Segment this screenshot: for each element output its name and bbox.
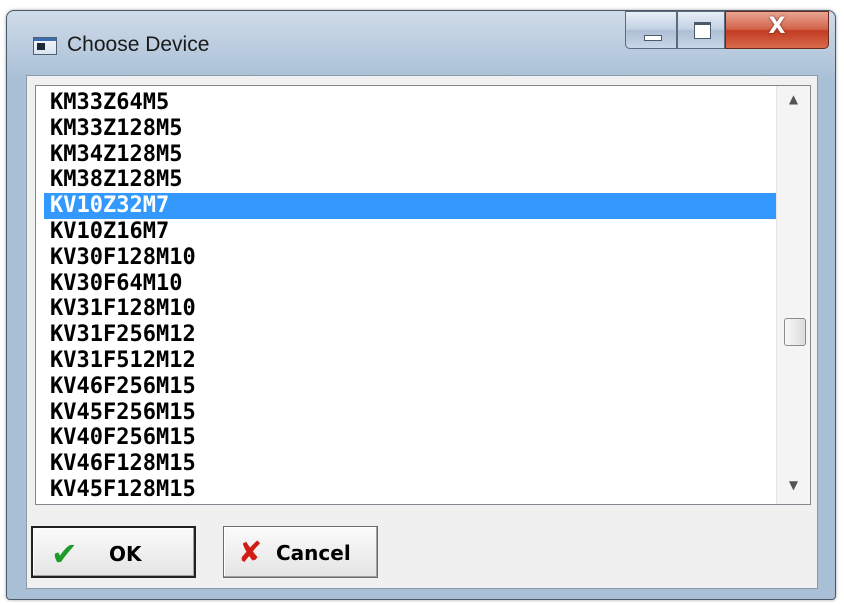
scrollbar-thumb[interactable] xyxy=(784,318,806,346)
scroll-down-arrow-icon[interactable]: ▼ xyxy=(777,478,810,500)
list-item[interactable]: KV45F256M15 xyxy=(44,400,796,426)
list-item[interactable]: KM38Z128M5 xyxy=(44,167,796,193)
list-item[interactable]: KV30F64M10 xyxy=(44,271,796,297)
x-cross-icon: ✘ xyxy=(238,535,263,569)
list-item[interactable]: KV46F128M15 xyxy=(44,451,796,477)
ok-button-label: OK xyxy=(109,542,142,566)
caption-buttons: X xyxy=(625,11,831,51)
minimize-icon xyxy=(644,35,662,41)
list-item[interactable]: KV10Z32M7 xyxy=(44,193,796,219)
minimize-button[interactable] xyxy=(625,11,677,49)
cancel-button[interactable]: ✘ Cancel xyxy=(223,526,378,578)
close-icon: X xyxy=(768,14,786,39)
list-item[interactable]: KV40F256M15 xyxy=(44,425,796,451)
ok-button[interactable]: ✔ OK xyxy=(31,526,196,578)
scroll-up-arrow-icon[interactable]: ▲ xyxy=(777,92,810,114)
maximize-icon xyxy=(694,22,711,39)
window-title: Choose Device xyxy=(67,33,210,56)
close-button[interactable]: X xyxy=(725,11,829,49)
list-item[interactable]: KV45F128M15 xyxy=(44,477,796,503)
dialog-client-area: KM33Z64M5 KM33Z128M5 KM34Z128M5 KM38Z128M5 K… xyxy=(26,75,818,589)
list-item[interactable]: KV31F128M10 xyxy=(44,296,796,322)
app-window-icon xyxy=(33,37,57,55)
list-item[interactable]: KM34Z128M5 xyxy=(44,142,796,168)
list-item[interactable]: KV31F512M12 xyxy=(44,348,796,374)
cancel-button-label: Cancel xyxy=(276,541,351,565)
list-item[interactable]: KV10Z16M7 xyxy=(44,219,796,245)
list-item[interactable]: KV30F128M10 xyxy=(44,245,796,271)
list-item[interactable]: KV46F256M15 xyxy=(44,374,796,400)
device-list: KM33Z64M5 KM33Z128M5 KM34Z128M5 KM38Z128M5 K… xyxy=(44,90,796,503)
maximize-button[interactable] xyxy=(677,11,725,49)
list-item[interactable]: KM33Z128M5 xyxy=(44,116,796,142)
list-item[interactable]: KV31F256M12 xyxy=(44,322,796,348)
choose-device-dialog: Choose Device X KM33Z64M5 KM33Z128M5 KM34Z… xyxy=(6,10,836,600)
list-item[interactable]: KM33Z64M5 xyxy=(44,90,796,116)
device-listbox[interactable]: KM33Z64M5 KM33Z128M5 KM34Z128M5 KM38Z128M5 K… xyxy=(35,85,811,505)
checkmark-icon: ✔ xyxy=(51,535,78,573)
title-bar[interactable]: Choose Device X xyxy=(7,11,835,75)
vertical-scrollbar[interactable]: ▲ ▼ xyxy=(776,86,810,504)
